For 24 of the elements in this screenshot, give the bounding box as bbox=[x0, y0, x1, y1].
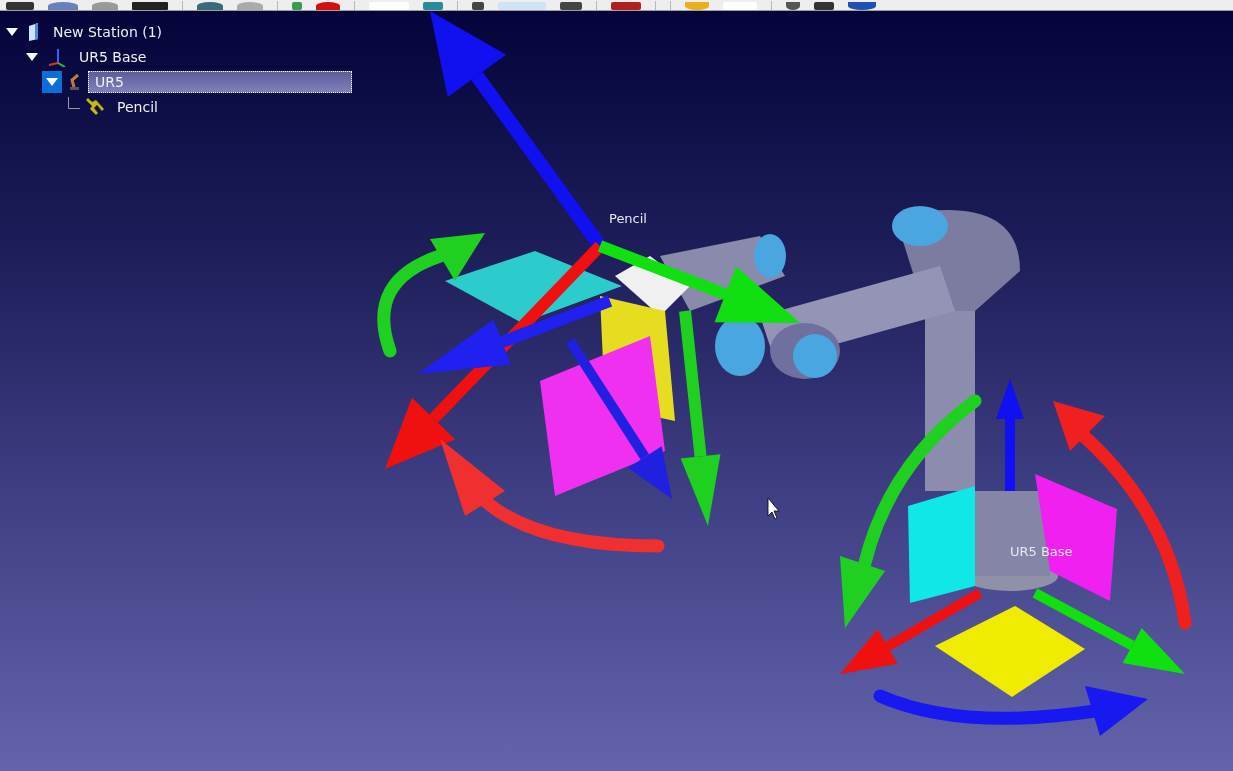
tree-item[interactable]: UR5 bbox=[88, 70, 352, 93]
toolbar-icon[interactable] bbox=[48, 2, 78, 10]
gripper-icon bbox=[84, 96, 106, 117]
object-label: Pencil bbox=[609, 211, 647, 226]
object-label: UR5 Base bbox=[1010, 544, 1073, 559]
axes-icon bbox=[46, 46, 68, 67]
triangle-down-icon bbox=[26, 52, 38, 61]
triangle-down-icon bbox=[6, 27, 18, 36]
mouse-cursor-icon bbox=[767, 497, 780, 520]
toolbar-icon[interactable] bbox=[560, 2, 582, 10]
tree-item[interactable]: Pencil bbox=[110, 95, 165, 118]
robot-with-transform-gizmos-drawing[interactable] bbox=[377, 11, 1192, 736]
3d-viewport[interactable]: Pencil UR5 Base New Station (1) UR5 Base UR5 Pencil bbox=[0, 11, 1233, 771]
tree-item[interactable]: New Station (1) bbox=[46, 20, 170, 43]
toolbar-icon[interactable] bbox=[197, 2, 223, 10]
toolbar-icon[interactable] bbox=[316, 2, 340, 10]
tree-branch-line bbox=[68, 96, 80, 109]
toolbar-icon[interactable] bbox=[814, 2, 834, 10]
toolbar-icon[interactable] bbox=[786, 2, 800, 10]
expand-toggle[interactable] bbox=[42, 70, 62, 93]
triangle-down-icon bbox=[46, 77, 58, 86]
toolbar-icon[interactable] bbox=[472, 2, 484, 10]
tree-item[interactable]: UR5 Base bbox=[72, 45, 154, 68]
toolbar-icon[interactable] bbox=[848, 2, 876, 10]
